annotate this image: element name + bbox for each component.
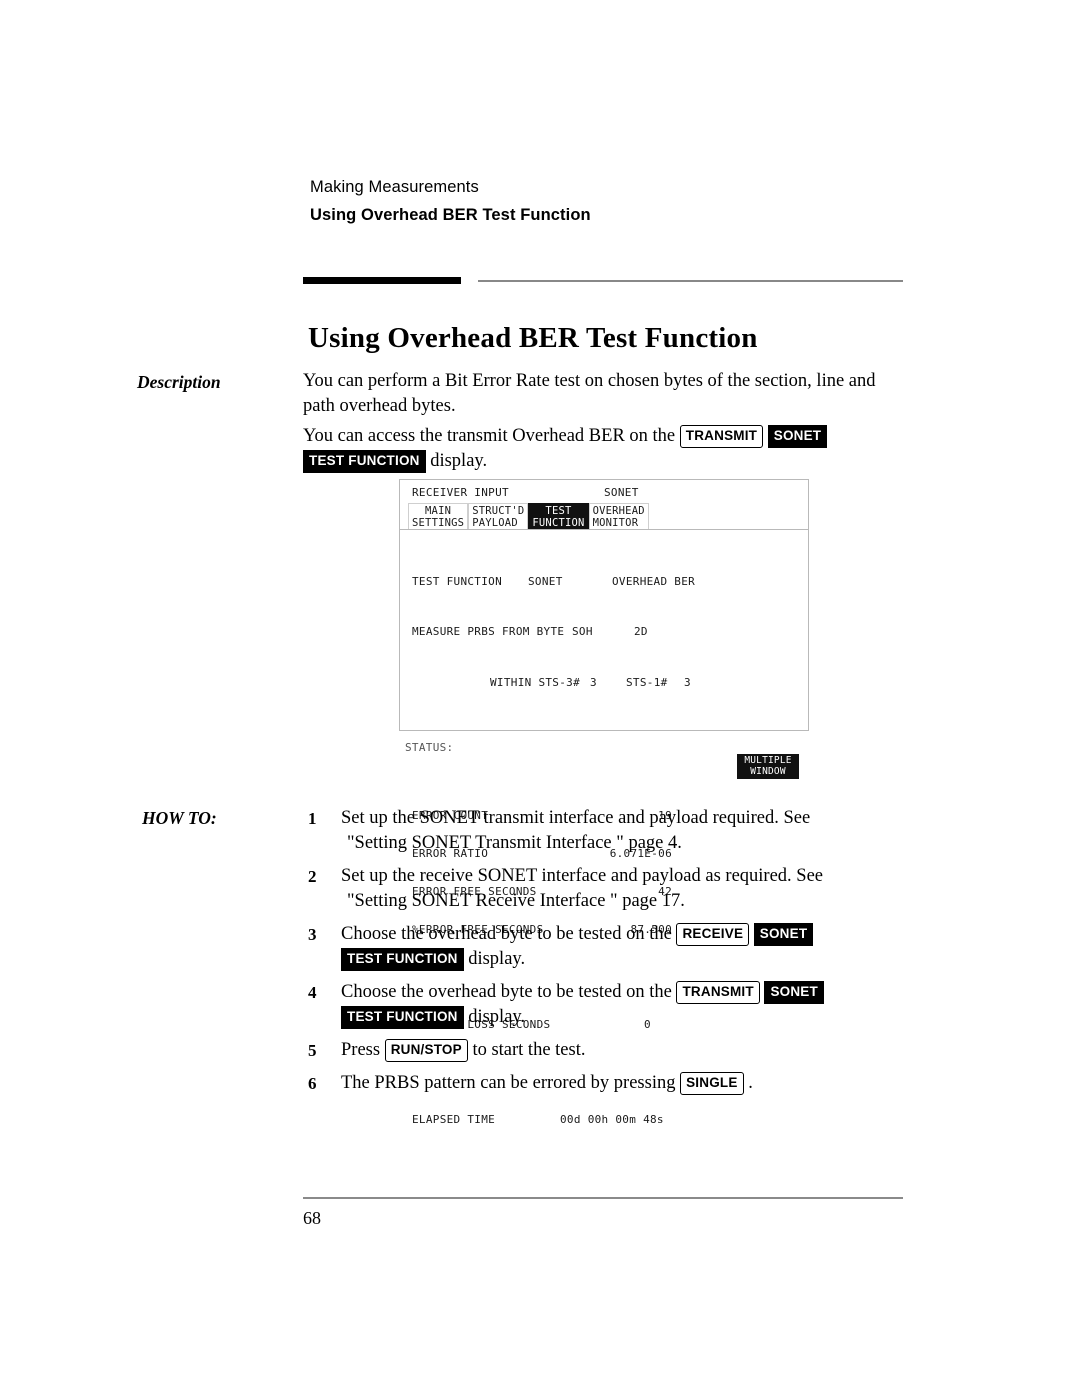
how-to-step-5-text-line2: to start the test.	[472, 1040, 586, 1060]
how-to-step-5-text-line1: Press	[341, 1040, 381, 1060]
key-sonet-step3[interactable]: SONET	[753, 923, 814, 946]
key-sonet[interactable]: SONET	[767, 425, 828, 448]
crt-port-label: RECEIVER INPUT	[412, 486, 509, 499]
crt-screen: RECEIVER INPUT SONET MAIN SETTINGS STRUC…	[399, 479, 809, 1125]
how-to-step-4-text-line2: display.	[468, 1007, 526, 1027]
running-header: Making Measurements Using Overhead BER T…	[310, 176, 910, 226]
crt-within-sts3-value[interactable]: 3	[590, 676, 597, 690]
crt-tab-overhead-monitor-line1: OVERHEAD	[592, 505, 645, 517]
multiple-window-button[interactable]: MULTIPLE WINDOW	[737, 754, 799, 779]
key-run-stop[interactable]: RUN/STOP	[384, 1039, 468, 1062]
crt-mode-row: TEST FUNCTION SONET OVERHEAD BER	[412, 574, 802, 589]
crt-result-label-elapsed-time: ELAPSED TIME	[412, 1112, 496, 1126]
how-to-step-4: 4 Choose the overhead byte to be tested …	[303, 980, 913, 1030]
crt-measure-label: MEASURE PRBS FROM BYTE	[412, 625, 565, 638]
title-rule-group	[303, 277, 903, 287]
key-test-function-step4[interactable]: TEST FUNCTION	[341, 1006, 464, 1029]
multiple-window-button-line2: WINDOW	[750, 766, 786, 777]
crt-within-row: WITHIN STS-3# 3 STS-1# 3	[412, 675, 802, 690]
key-sonet-step4[interactable]: SONET	[764, 981, 824, 1004]
header-chapter-title: Making Measurements	[310, 178, 479, 196]
key-test-function[interactable]: TEST FUNCTION	[303, 450, 426, 473]
key-test-function-step3[interactable]: TEST FUNCTION	[341, 948, 464, 971]
crt-tab-test-function[interactable]: TEST FUNCTION	[528, 503, 589, 529]
description-paragraph-1: You can perform a Bit Error Rate test on…	[303, 369, 908, 419]
how-to-step-5: 5 Press RUN/STOP to start the test.	[303, 1038, 913, 1063]
side-label-description: Description	[137, 372, 221, 392]
instrument-display-figure: RECEIVER INPUT SONET MAIN SETTINGS STRUC…	[399, 479, 811, 1125]
how-to-step-3-text-line2: display.	[468, 949, 526, 969]
crt-standard-label: SONET	[604, 486, 639, 499]
how-to-step-6-text-line2: .	[748, 1073, 753, 1093]
crt-mode-function[interactable]: OVERHEAD BER	[612, 575, 695, 589]
key-transmit-step4[interactable]: TRANSMIT	[676, 981, 760, 1004]
how-to-step-1: 1 Set up the SONET transmit interface an…	[303, 806, 913, 856]
crt-measure-byte[interactable]: 2D	[634, 625, 648, 639]
crt-result-value-elapsed-time: 00d 00h 00m 48s	[560, 1112, 664, 1126]
how-to-step-1-text-line2: "Setting SONET Transmit Interface " page…	[347, 833, 682, 853]
description-text-2-tail: display.	[430, 451, 488, 471]
page-number: 68	[303, 1208, 321, 1228]
footer-rule	[303, 1197, 903, 1199]
crt-tab-test-function-line2: FUNCTION	[532, 517, 585, 529]
crt-screen-header: RECEIVER INPUT SONET MAIN SETTINGS STRUC…	[400, 480, 808, 530]
page-title: Using Overhead BER Test Function	[308, 322, 758, 355]
crt-tab-main-settings-line2: SETTINGS	[412, 517, 465, 529]
crt-result-row-elapsed-time: ELAPSED TIME 00d 00h 00m 48s	[412, 1112, 802, 1127]
title-rule-thick	[303, 277, 461, 284]
crt-tab-structd-payload-line2: PAYLOAD	[472, 517, 525, 529]
how-to-step-3: 3 Choose the overhead byte to be tested …	[303, 922, 913, 972]
how-to-step-6: 6 The PRBS pattern can be errored by pre…	[303, 1071, 913, 1096]
how-to-step-1-number: 1	[308, 809, 317, 828]
crt-tab-bar[interactable]: MAIN SETTINGS STRUCT'D PAYLOAD TEST FUNCT…	[408, 503, 649, 529]
title-rule-thin	[478, 280, 903, 282]
description-paragraph-2: You can access the transmit Overhead BER…	[303, 424, 908, 474]
key-receive[interactable]: RECEIVE	[676, 923, 750, 946]
how-to-step-4-text-line1: Choose the overhead byte to be tested on…	[341, 982, 672, 1002]
crt-within-sts1-label: STS-1#	[626, 675, 668, 689]
crt-screen-body: TEST FUNCTION SONET OVERHEAD BER MEASURE…	[412, 538, 802, 1125]
side-label-how-to: HOW TO:	[142, 808, 217, 828]
crt-tab-main-settings-line1: MAIN	[418, 505, 458, 517]
crt-tab-structd-payload[interactable]: STRUCT'D PAYLOAD	[468, 503, 529, 529]
how-to-step-6-number: 6	[308, 1074, 317, 1093]
how-to-step-2-number: 2	[308, 867, 317, 886]
how-to-step-list: 1 Set up the SONET transmit interface an…	[303, 806, 913, 1104]
crt-tab-overhead-monitor[interactable]: OVERHEAD MONITOR	[588, 503, 649, 529]
description-text-2-lead: You can access the transmit Overhead BER…	[303, 426, 676, 446]
how-to-step-1-text-line1: Set up the SONET transmit interface and …	[341, 808, 811, 828]
crt-tab-overhead-monitor-line2: MONITOR	[592, 517, 645, 529]
key-single[interactable]: SINGLE	[680, 1072, 744, 1095]
how-to-step-2-text-line2: "Setting SONET Receive Interface " page …	[347, 891, 685, 911]
how-to-step-5-number: 5	[308, 1041, 317, 1060]
key-transmit[interactable]: TRANSMIT	[679, 425, 764, 448]
how-to-step-4-number: 4	[308, 983, 317, 1002]
document-page: Making Measurements Using Overhead BER T…	[0, 0, 1080, 1397]
crt-tab-main-settings[interactable]: MAIN SETTINGS	[408, 503, 469, 529]
crt-mode-standard[interactable]: SONET	[528, 575, 563, 589]
crt-measure-row: MEASURE PRBS FROM BYTE SOH 2D	[412, 625, 802, 639]
crt-measure-layer[interactable]: SOH	[572, 625, 593, 639]
how-to-step-2-text-line1: Set up the receive SONET interface and p…	[341, 866, 824, 886]
crt-within-label: WITHIN STS-3#	[490, 675, 580, 689]
how-to-step-6-text-line1: The PRBS pattern can be errored by press…	[341, 1073, 676, 1093]
multiple-window-button-line1: MULTIPLE	[744, 755, 792, 766]
how-to-step-2: 2 Set up the receive SONET interface and…	[303, 864, 913, 914]
crt-tab-test-function-line1: TEST	[532, 505, 585, 517]
how-to-step-3-text-line1: Choose the overhead byte to be tested on…	[341, 924, 672, 944]
crt-mode-label: TEST FUNCTION	[412, 574, 502, 588]
header-section-title: Using Overhead BER Test Function	[310, 206, 591, 224]
description-text-1: You can perform a Bit Error Rate test on…	[303, 371, 876, 416]
crt-status-label: STATUS:	[405, 741, 454, 754]
crt-within-sts1-value[interactable]: 3	[684, 676, 691, 690]
how-to-step-3-number: 3	[308, 925, 317, 944]
crt-tab-structd-payload-line1: STRUCT'D	[472, 505, 525, 517]
